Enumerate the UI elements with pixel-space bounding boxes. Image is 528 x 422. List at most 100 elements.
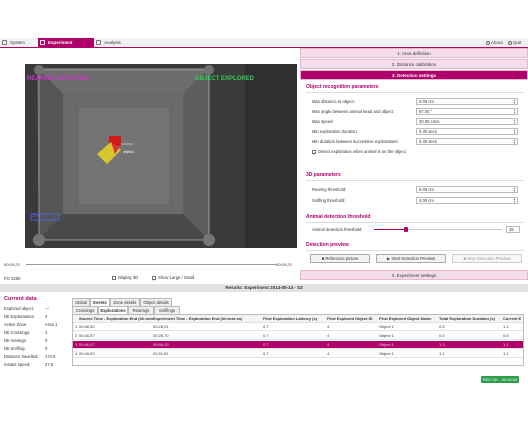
table-cell: Object 1 [379, 333, 394, 338]
table-cell: 1.1 [503, 342, 509, 347]
cd-label: Nb Explorations: [4, 314, 35, 319]
show-large-checkbox[interactable]: ✓Show Large / Small [152, 275, 195, 282]
tab-zone-details[interactable]: Zone details [110, 298, 140, 306]
show-large-label: Show Large / Small [158, 275, 195, 280]
field-value: 6.00 cm [419, 187, 434, 192]
min-exploration-input[interactable]: 0.30 secs ▲ ▼ [416, 128, 518, 135]
tab-experiment-label: Experiment [48, 40, 73, 45]
col-header[interactable]: Experiment Time - Exploration End (hh:mm… [153, 315, 263, 323]
reference-picture-button[interactable]: ■ Reference picture [310, 254, 370, 263]
checkbox-checked[interactable]: ✓ [152, 275, 157, 282]
table-cell: 0.7 [263, 351, 269, 356]
quit-link[interactable]: Quit [508, 38, 521, 48]
col-header[interactable]: Total Exploration Duration (s) [439, 315, 503, 323]
checkbox-checked[interactable]: ✓ [312, 149, 317, 156]
col-header[interactable]: First Explored Object ID [327, 315, 379, 323]
tab-rearings[interactable]: Rearings [128, 306, 154, 314]
spinner-icon[interactable]: ▲ ▼ [513, 129, 516, 135]
spinner-icon[interactable]: ▲ ▼ [513, 99, 516, 105]
detect-on-object-checkbox[interactable]: ✓Detect exploration when animal is on th… [306, 148, 524, 156]
spinner-icon[interactable]: ▲ ▼ [513, 139, 516, 145]
about-link[interactable]: About [486, 38, 503, 48]
cd-value: --- [45, 306, 50, 311]
col-header[interactable]: Source Time - Exploration End (hh:mm:ss) [79, 315, 153, 323]
section-experiment-settings[interactable]: 4. Experiment settings [300, 270, 528, 280]
table-header: Source Time - Exploration End (hh:mm:ss)… [73, 315, 523, 323]
min-between-input[interactable]: 0.30 secs ▲ ▼ [416, 138, 518, 145]
spinner-icon[interactable]: ▲ ▼ [513, 198, 516, 204]
reference-picture-label: Reference picture [325, 256, 359, 261]
stop-preview-button[interactable]: ■ Stop Detection Preview [452, 254, 522, 263]
tab-system-label: System [10, 40, 26, 45]
max-distance-input[interactable]: 2.00 cm ▲ ▼ [416, 98, 518, 105]
cd-value: Area 1 [45, 322, 58, 327]
video-preview[interactable]: REARING DETECTED OBJECT EXPLORED object1… [25, 64, 297, 248]
table-cell: 1.1 [503, 324, 509, 329]
table-row[interactable]: 1 00:46,50 00:26,01 0.7 4 Object 1 0.5 1.1 [73, 323, 523, 331]
table-cell: 00:48,52 [79, 351, 95, 356]
display-3d-checkbox[interactable]: Display 3D [112, 275, 138, 280]
table-row[interactable]: 4 00:48,52 00:51,81 0.7 4 Object 1 1.1 1.1 [73, 350, 523, 358]
table-cell: Object 1 [379, 351, 394, 356]
top-navigation-bar: System Experiment Analysis About Quit [0, 38, 528, 48]
section-distance-calibration[interactable]: 2. Distance calibration [300, 59, 528, 69]
explorations-table: Source Time - Exploration End (hh:mm:ss)… [72, 314, 524, 366]
param-label: Max angle between animal head and object… [312, 109, 394, 114]
field-value: 0.30 secs [419, 139, 437, 144]
threshold-slider-handle[interactable] [404, 227, 408, 232]
cd-value: 0 [45, 338, 48, 343]
object-mini-label: object1 [123, 150, 135, 154]
tab-analysis[interactable]: Analysis [94, 38, 142, 48]
param-sniffing: Sniffing threshold: 4.00 cm ▲ ▼ [306, 197, 524, 204]
col-header[interactable]: First Explored Object Name [379, 315, 439, 323]
spinner-icon[interactable]: ▲ ▼ [513, 119, 516, 125]
table-row[interactable]: 2 00:46,57 00:26,70 0.7 4 Object 1 0.0 0.6 [73, 332, 523, 340]
timeline-track[interactable] [26, 264, 276, 265]
table-cell: Object 1 [379, 342, 394, 347]
cd-value: 174.6 [45, 354, 56, 359]
max-speed-input[interactable]: 30.00 cm/s ▲ ▼ [416, 118, 518, 125]
tab-system[interactable]: System [0, 38, 38, 48]
checkbox-box[interactable] [112, 275, 116, 280]
col-header[interactable]: Current E [503, 315, 523, 323]
help-icon [486, 40, 490, 45]
tab-global[interactable]: Global [72, 298, 90, 306]
animal-detection-title: Animal detection threshold [306, 214, 371, 220]
rearing-threshold-input[interactable]: 6.00 cm ▲ ▼ [416, 186, 518, 193]
table-cell: 00:46,57 [79, 342, 95, 347]
tab-crossings[interactable]: Crossings [72, 306, 98, 314]
table-cell: 1.1 [503, 351, 509, 356]
table-cell: 0.7 [263, 324, 269, 329]
start-preview-button[interactable]: ▶ Start Detection Preview [376, 254, 446, 263]
cd-label: Active Zone: [4, 322, 28, 327]
threshold-slider-track[interactable] [374, 227, 502, 232]
section-area-definition[interactable]: 1. Area definition [300, 48, 528, 58]
tab-explorations[interactable]: Explorations [98, 306, 128, 314]
param-max-speed: Max speed: 30.00 cm/s ▲ ▼ [306, 118, 524, 125]
video-timeline[interactable]: 00:00:23 00:00:23 [0, 262, 297, 272]
col-header[interactable]: First Exploration Latency (s) [263, 315, 327, 323]
spinner-icon[interactable]: ▲ ▼ [513, 187, 516, 193]
current-row: Active Zone: Area 1 [4, 322, 70, 330]
power-icon [508, 40, 512, 45]
cd-label: Nb Sniffing: [4, 346, 26, 351]
divider [306, 250, 524, 251]
table-cell: Object 1 [379, 324, 394, 329]
tab-experiment[interactable]: Experiment [38, 38, 94, 48]
current-row: Distance travelled: 174.6 [4, 354, 70, 362]
threshold-value-input[interactable]: 25 [506, 226, 520, 233]
tab-sniffings[interactable]: Sniffings [154, 306, 180, 314]
table-row[interactable]: 3 00:46,57 00:56,53 0.7 4 Object 1 1.3 1.1 [73, 341, 523, 349]
table-cell: 0.6 [503, 333, 509, 338]
tab-object-details[interactable]: Object details [140, 298, 172, 306]
section-detection-settings[interactable]: 3. Detection settings [300, 70, 528, 80]
table-cell: 00:26,70 [153, 333, 169, 338]
spinner-icon[interactable]: ▲ ▼ [513, 109, 516, 115]
table-cell: 00:56,53 [153, 342, 169, 347]
tab-events[interactable]: Events [90, 298, 110, 306]
table-cell: 4 [327, 351, 330, 356]
param-min-between: Min duration between successive explorat… [306, 138, 524, 145]
sniffing-threshold-input[interactable]: 4.00 cm ▲ ▼ [416, 197, 518, 204]
max-angle-input[interactable]: 67.00 ° ▲ ▼ [416, 108, 518, 115]
current-row: Explored object: --- [4, 306, 70, 314]
